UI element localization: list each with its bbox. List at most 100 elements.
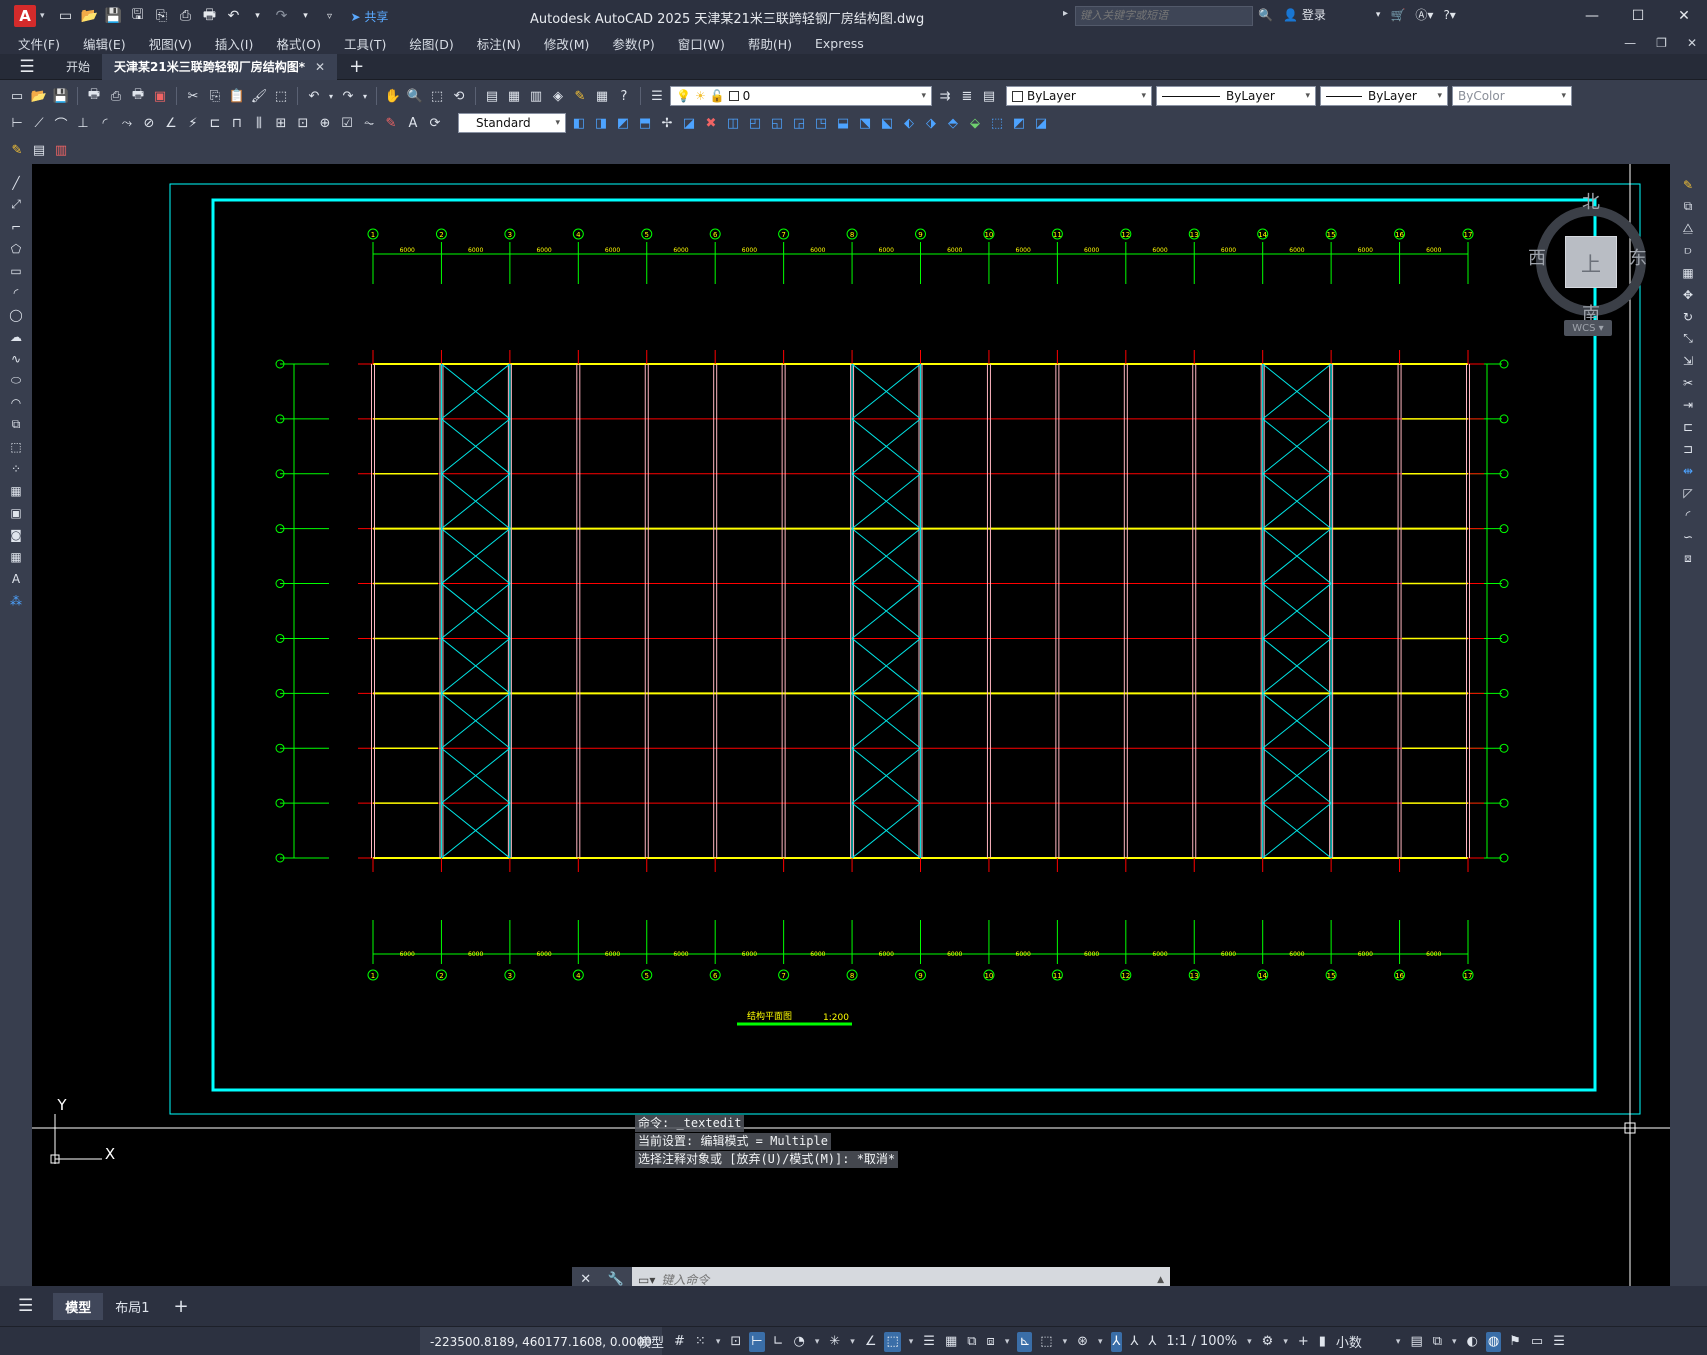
3d-extrude-icon[interactable]: ⬒ [636,114,654,132]
3d-wedge-icon[interactable]: ◨ [592,114,610,132]
layer-properties-icon[interactable]: ☰ [648,87,666,105]
save-icon[interactable]: 💾 [105,7,123,25]
3d-section-icon[interactable]: ⬓ [834,114,852,132]
lineweight-dropdown[interactable]: ByLayer ▾ [1320,86,1448,106]
selection-cycling-icon[interactable]: ⧉ [965,1332,978,1352]
blend-icon[interactable]: ∽ [1679,528,1697,545]
doc-minimize-icon[interactable]: — [1624,36,1636,50]
ortho-icon[interactable]: ∟ [771,1332,786,1352]
linetype-dropdown[interactable]: ByLayer ▾ [1156,86,1316,106]
aligned-dimension-icon[interactable]: ⟋ [30,114,48,132]
units-icon[interactable]: ▮ [1317,1332,1328,1352]
paste-icon[interactable]: 📋 [228,87,246,105]
center-mark-icon[interactable]: ⊕ [316,114,334,132]
annotation-scale-value[interactable]: 1:1 / 100% [1164,1332,1239,1352]
chevron-down-icon[interactable]: ▾ [848,1332,857,1352]
annotation-scale-icon[interactable]: ⅄ [1146,1332,1158,1352]
3d-print-icon[interactable]: ▣ [151,87,169,105]
3d-separate-icon[interactable]: ⬖ [900,114,918,132]
3d-intersect-icon[interactable]: ◲ [790,114,808,132]
copy-icon[interactable]: ⎘ [206,87,224,105]
ellipse-arc-icon[interactable]: ◠ [7,394,25,411]
sheet-set-icon[interactable]: ◈ [549,87,567,105]
infer-constraints-icon[interactable]: ⊡ [728,1332,743,1352]
chamfer-icon[interactable]: ◸ [1679,484,1697,501]
snap-icon[interactable]: ⁙ [693,1332,708,1352]
layer-dropdown[interactable]: 💡 ☀ 🔓 0 ▾ [670,86,932,106]
mirror-icon[interactable]: ⧋ [1679,220,1697,237]
plot-icon[interactable]: 🖶 [85,87,103,105]
close-icon[interactable]: ✕ [315,60,325,74]
extend-icon[interactable]: ⇥ [1679,396,1697,413]
polar-icon[interactable]: ◔ [792,1332,807,1352]
scale-icon[interactable]: ⤡ [1679,330,1697,347]
open-file-icon[interactable]: 📂 [81,7,99,25]
3d-move-icon[interactable]: ✢ [658,114,676,132]
inspect-icon[interactable]: ☑ [338,114,356,132]
dimension-edit-icon[interactable]: ✎ [382,114,400,132]
explode-icon[interactable]: ⧈ [1679,550,1697,567]
revcloud-icon[interactable]: ☁ [7,328,25,345]
chevron-down-icon[interactable]: ▾ [1245,1332,1254,1352]
undo-icon[interactable]: ↶ [225,7,243,25]
radius-icon[interactable]: ◜ [96,114,114,132]
pan-icon[interactable]: ✋ [384,87,402,105]
zoom-previous-icon[interactable]: ⟲ [450,87,468,105]
lock-ui-icon[interactable]: ⧉ [1431,1332,1444,1352]
chevron-down-icon[interactable]: ▾ [40,11,45,21]
redo-icon[interactable]: ↷ [273,7,291,25]
new-tab-button[interactable]: + [349,56,364,77]
transparency-icon[interactable]: ▦ [943,1332,959,1352]
menu-help[interactable]: 帮助(H) [748,34,792,53]
zoom-window-icon[interactable]: ⬚ [428,87,446,105]
3d-interfere-icon[interactable]: ⬗ [922,114,940,132]
menu-view[interactable]: 视图(V) [149,34,192,53]
cut-icon[interactable]: ✂ [184,87,202,105]
layer-state-icon[interactable]: ▤ [980,87,998,105]
menu-edit[interactable]: 编辑(E) [83,34,126,53]
help-icon[interactable]: ? [615,87,633,105]
menu-icon[interactable]: ☰ [0,54,54,80]
chevron-down-icon[interactable]: ▾ [361,87,369,105]
customize-qat-icon[interactable]: ▿ [321,7,339,25]
annotation-visibility-icon[interactable]: ⅄ [1110,1331,1123,1352]
3d-union-icon[interactable]: ◩ [614,114,632,132]
join-icon[interactable]: ⇹ [1679,462,1697,479]
arc-icon[interactable]: ◜ [7,284,25,301]
login-button[interactable]: 登录 [1302,6,1326,23]
user-icon[interactable]: 👤 [1283,8,1298,22]
edit-block-icon[interactable]: ✎ [8,141,26,159]
rectangle-icon[interactable]: ▭ [7,262,25,279]
selection-filter-icon[interactable]: ⬚ [1038,1332,1054,1352]
3d-box-icon[interactable]: ◧ [570,114,588,132]
copy-object-icon[interactable]: ⧉ [1679,198,1697,215]
3d-slice-icon[interactable]: ✖ [702,114,720,132]
annotation-monitor-icon[interactable]: + [1296,1332,1311,1352]
publish-icon[interactable]: 🖶 [129,87,147,105]
multiline-text-icon[interactable]: A [7,570,25,587]
hatch-icon[interactable]: ▦ [7,482,25,499]
tab-active-drawing[interactable]: 天津某21米三联跨轻钢厂房结构图* ✕ [102,53,338,80]
print-icon[interactable]: 🖶 [201,7,219,25]
point-icon[interactable]: ⁘ [7,460,25,477]
chevron-down-icon[interactable]: ▾ [1281,1332,1290,1352]
menu-dimension[interactable]: 标注(N) [477,34,521,53]
chevron-down-icon[interactable]: ▾ [249,7,267,25]
chevron-down-icon[interactable]: ▾ [297,7,315,25]
construction-line-icon[interactable]: ⤢ [7,196,25,213]
gradient-icon[interactable]: ▣ [7,504,25,521]
chevron-down-icon[interactable]: ▾ [813,1332,822,1352]
3d-sweep-icon[interactable]: ◩ [1010,114,1028,132]
chevron-down-icon[interactable]: ▾ [907,1332,916,1352]
make-current-icon[interactable]: ⇉ [936,87,954,105]
array-icon[interactable]: ▦ [1679,264,1697,281]
save-as-icon[interactable]: 🖫 [129,7,147,25]
chevron-down-icon[interactable]: ▾ [1003,1332,1012,1352]
object-snap-icon[interactable]: ⬚ [884,1331,901,1352]
menu-format[interactable]: 格式(O) [276,34,321,53]
tab-layout1[interactable]: 布局1 [103,1293,161,1320]
clean-screen-icon[interactable]: ▭ [1529,1332,1545,1352]
plot-preview-icon[interactable]: ⎙ [177,7,195,25]
doc-restore-icon[interactable]: ❐ [1656,36,1667,50]
add-selected-icon[interactable]: ⁂ [7,592,25,609]
